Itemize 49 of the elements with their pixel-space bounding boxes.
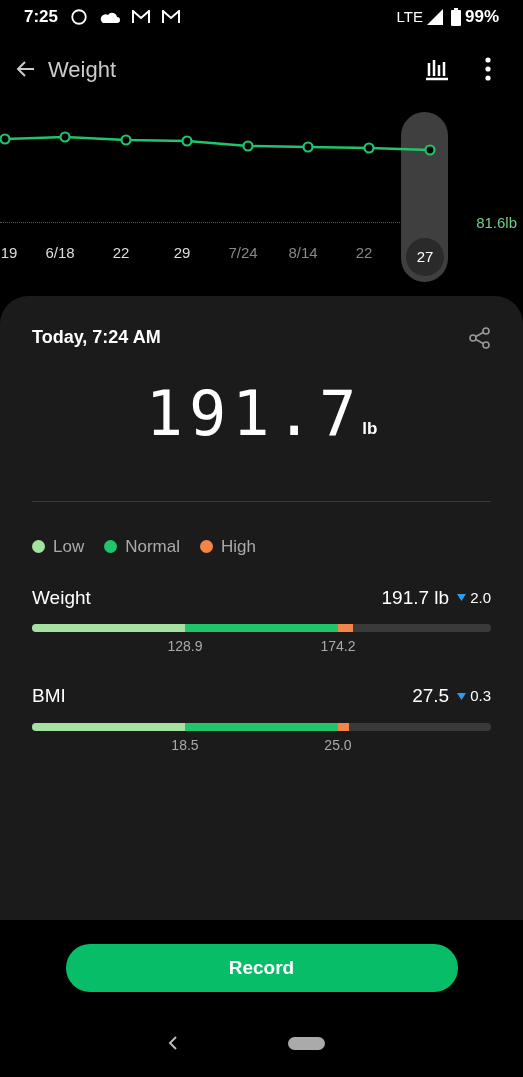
legend-label: High xyxy=(221,536,256,558)
data-point[interactable] xyxy=(363,142,375,154)
date-label[interactable]: 22 xyxy=(112,242,130,265)
data-point[interactable] xyxy=(242,140,254,152)
reference-label: 81.6lb xyxy=(476,213,517,233)
mail-icon xyxy=(162,10,181,24)
back-icon[interactable] xyxy=(168,1036,178,1050)
data-point[interactable] xyxy=(120,134,132,146)
back-arrow-icon[interactable] xyxy=(16,59,36,79)
range-tick: 25.0 xyxy=(324,735,352,755)
metric-value: 191.7 lb xyxy=(381,585,450,610)
signal-icon xyxy=(426,9,443,25)
data-point[interactable] xyxy=(181,135,193,147)
data-point[interactable] xyxy=(0,133,11,145)
metric-change: 0.3 xyxy=(457,685,491,708)
home-handle[interactable] xyxy=(288,1036,325,1050)
date-label[interactable]: 8/14 xyxy=(288,242,318,265)
range-tick: 18.5 xyxy=(171,735,199,755)
legend-label: Low xyxy=(53,536,85,558)
metric-value: 27.5 xyxy=(412,684,450,708)
more-icon[interactable] xyxy=(485,57,491,81)
cloud-icon xyxy=(100,11,121,23)
network-label: LTE xyxy=(396,6,423,27)
weight-unit: lb xyxy=(362,417,378,440)
page-title: Weight xyxy=(48,55,117,84)
metric-change: 2.0 xyxy=(457,586,491,609)
mail-icon xyxy=(132,10,151,24)
battery-level: 99% xyxy=(464,6,499,29)
data-point[interactable] xyxy=(424,144,436,156)
date-label[interactable]: 6/18 xyxy=(45,242,75,265)
weight-reading: 191.7 xyxy=(145,383,363,445)
data-point[interactable] xyxy=(302,141,314,153)
down-arrow-icon xyxy=(457,594,467,602)
range-tick: 174.2 xyxy=(320,637,356,656)
range-tick: 128.9 xyxy=(167,637,203,656)
bar-chart-icon[interactable] xyxy=(425,57,449,81)
date-label[interactable]: 22 xyxy=(355,242,373,265)
status-time: 7:25 xyxy=(24,6,59,29)
date-label[interactable]: 7/24 xyxy=(228,242,258,265)
battery-icon xyxy=(450,8,461,26)
metric-name: Weight xyxy=(32,585,91,610)
share-icon[interactable] xyxy=(469,326,491,349)
down-arrow-icon xyxy=(457,692,467,700)
date-label[interactable]: 29 xyxy=(173,242,191,265)
date-label[interactable]: 19 xyxy=(0,242,18,265)
timestamp: Today, 7:24 AM xyxy=(32,326,161,349)
legend-label: Normal xyxy=(125,536,180,558)
data-point[interactable] xyxy=(59,131,71,143)
metric-name: BMI xyxy=(32,684,66,708)
